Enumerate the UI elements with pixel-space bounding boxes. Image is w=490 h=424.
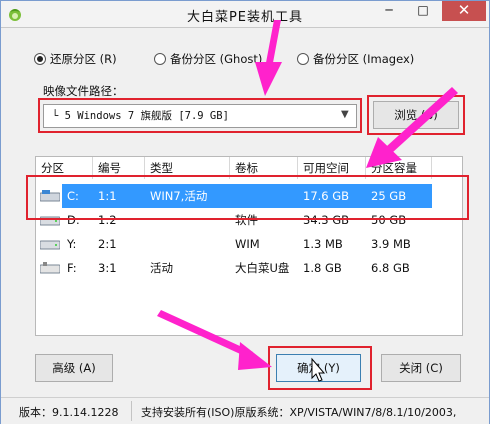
type-cell [145,232,230,256]
maximize-button[interactable]: □ [406,1,440,21]
radio-dot-icon [34,53,46,65]
title-bar[interactable]: 大白菜PE装机工具 ─ □ ✕ [1,1,489,28]
drive-cell: Y: [67,237,77,251]
image-path-label: 映像文件路径： [43,84,124,98]
installer-window: 大白菜PE装机工具 ─ □ ✕ 还原分区 (R) 备份分区 (Ghost) 备份… [0,0,490,424]
free-cell: 1.8 GB [303,261,342,275]
backup-ghost-radio[interactable]: 备份分区 (Ghost) [154,51,262,67]
partition-row-f[interactable]: F: 3:1 活动 大白菜U盘 1.8 GB 6.8 GB [36,256,462,280]
restore-radio[interactable]: 还原分区 (R) [34,51,117,67]
backup-ghost-radio-label: 备份分区 (Ghost) [170,52,263,66]
backup-imagex-radio-label: 备份分区 (Imagex) [313,52,415,66]
minimize-button[interactable]: ─ [373,1,405,21]
number-cell: 3:1 [98,261,117,275]
radio-dot-icon [297,53,309,65]
version-text: 版本：9.1.14.1228 [19,406,119,419]
close-window-button[interactable]: ✕ [442,1,486,21]
label-cell: 大白菜U盘 [235,261,290,275]
type-cell: 活动 [150,261,173,275]
status-divider [131,401,132,421]
advanced-button[interactable]: 高级 (A) [35,354,113,382]
number-cell: 2:1 [98,237,117,251]
size-cell: 6.8 GB [371,261,410,275]
drive-cell: F: [67,261,77,275]
highlight-box [367,95,465,135]
backup-imagex-radio[interactable]: 备份分区 (Imagex) [297,51,414,67]
hard-drive-icon [40,240,60,250]
highlight-box [38,98,362,133]
close-button[interactable]: 关闭 (C) [381,354,461,382]
status-bar: 版本：9.1.14.1228 支持安装所有(ISO)原版系统：XP/VISTA/… [1,397,489,424]
free-cell: 1.3 MB [303,237,343,251]
restore-radio-label: 还原分区 (R) [50,52,117,66]
partition-row-y[interactable]: Y: 2:1 WIM 1.3 MB 3.9 MB [36,232,462,256]
support-text: 支持安装所有(ISO)原版系统：XP/VISTA/WIN7/8/8.1/10/2… [141,406,457,419]
highlight-box [268,346,372,390]
label-cell: WIM [235,237,260,251]
radio-dot-icon [154,53,166,65]
highlight-box [26,175,469,220]
usb-drive-icon [40,262,60,274]
size-cell: 3.9 MB [371,237,411,251]
